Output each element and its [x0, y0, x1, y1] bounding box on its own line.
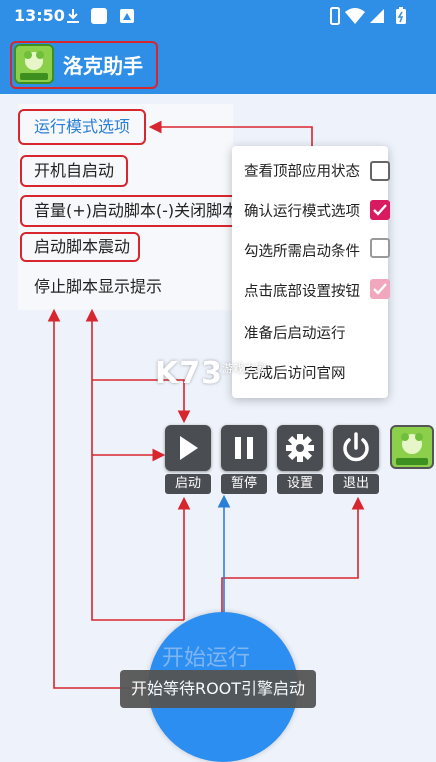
- checkbox-check-conditions[interactable]: [370, 238, 390, 258]
- toast-message: 开始等待ROOT引擎启动: [120, 670, 316, 708]
- popup-item-click-settings[interactable]: 点击底部设置按钮: [244, 272, 360, 312]
- power-icon: [343, 432, 369, 462]
- start-script-label: 启动: [165, 474, 211, 494]
- checkbox-click-settings[interactable]: [370, 279, 390, 299]
- app-shortcut-icon[interactable]: [390, 425, 434, 469]
- popup-item-check-conditions[interactable]: 勾选所需启动条件: [244, 232, 360, 272]
- watermark: K73: [155, 356, 223, 391]
- checkbox-confirm-mode[interactable]: [370, 200, 390, 220]
- pause-script-button[interactable]: [221, 425, 267, 471]
- start-run-label: 开始运行: [162, 646, 251, 671]
- settings-label: 设置: [277, 474, 323, 494]
- settings-button[interactable]: [277, 425, 323, 471]
- pause-icon: [235, 437, 253, 459]
- popup-item-view-status[interactable]: 查看顶部应用状态: [244, 152, 360, 192]
- checkbox-view-status[interactable]: [370, 161, 390, 181]
- start-script-button[interactable]: [165, 425, 211, 471]
- watermark-sub: 游戏之家: [222, 362, 266, 375]
- popup-item-confirm-mode[interactable]: 确认运行模式选项: [244, 192, 360, 232]
- play-icon: [180, 436, 198, 460]
- popup-item-ready-start[interactable]: 准备后启动运行: [244, 314, 346, 354]
- pause-script-label: 暂停: [221, 474, 267, 494]
- gear-icon: [286, 434, 314, 462]
- exit-button[interactable]: [333, 425, 379, 471]
- exit-label: 退出: [333, 474, 379, 494]
